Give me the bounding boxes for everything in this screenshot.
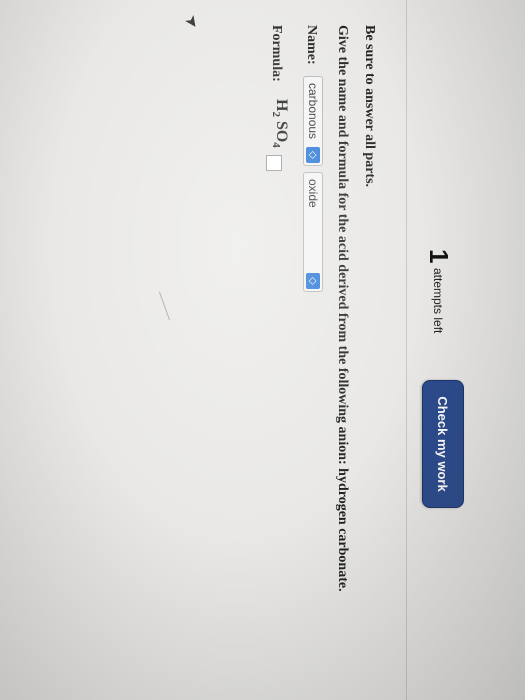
formula-so: SO: [273, 120, 290, 143]
dropdown-arrow-icon[interactable]: ◇: [306, 273, 320, 289]
formula-label: Formula:: [269, 25, 284, 82]
question-text: Give the name and formula for the acid d…: [335, 25, 350, 592]
instructions-text: Be sure to answer all parts.: [362, 25, 377, 188]
formula-h: H: [273, 99, 290, 112]
rotated-page: 1 attempts left Check my work Be sure to…: [0, 0, 525, 700]
attempts-label: attempts left: [431, 268, 445, 334]
name-select-first[interactable]: carbonous ◇: [303, 76, 323, 166]
name-select-first-value: carbonous: [306, 83, 320, 140]
formula-sub-h: 2: [269, 111, 282, 117]
attempts-count: 1: [424, 249, 454, 264]
header-divider: [406, 0, 407, 700]
name-select-second[interactable]: oxide ◇: [303, 172, 323, 292]
formula-sub-o: 4: [269, 142, 282, 148]
formula-display: H2 SO4: [270, 99, 290, 148]
mouse-cursor-icon: ➤: [180, 10, 205, 33]
dropdown-arrow-icon[interactable]: ◇: [306, 147, 320, 163]
stray-mark: [158, 291, 171, 321]
name-select-second-value: oxide: [306, 179, 320, 208]
name-label: Name:: [304, 25, 319, 65]
formula-answer-input[interactable]: [266, 155, 282, 171]
check-my-work-button[interactable]: Check my work: [422, 380, 464, 508]
